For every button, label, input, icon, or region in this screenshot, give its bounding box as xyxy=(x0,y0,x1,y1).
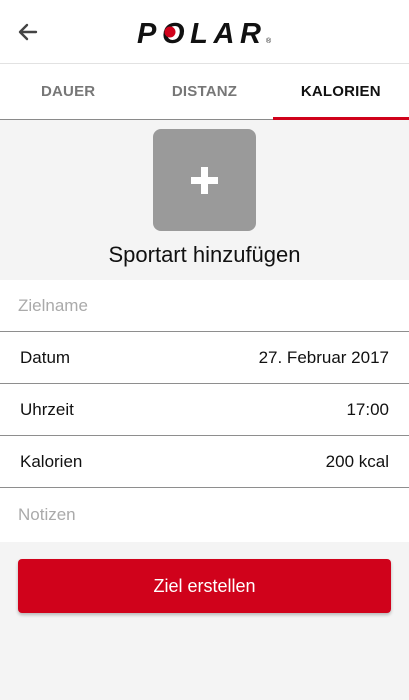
date-value: 27. Februar 2017 xyxy=(258,347,389,367)
time-row[interactable]: Uhrzeit 17:00 xyxy=(0,384,409,436)
goal-type-tabs: DAUER DISTANZ KALORIEN xyxy=(0,64,409,120)
time-value: 17:00 xyxy=(346,399,389,419)
svg-text:®: ® xyxy=(266,37,272,45)
notes-field[interactable]: Notizen xyxy=(0,488,409,542)
calories-row[interactable]: Kalorien 200 kcal xyxy=(0,436,409,488)
tab-dauer[interactable]: DAUER xyxy=(0,64,136,119)
goal-name-field[interactable]: Zielname xyxy=(0,280,409,332)
calories-value: 200 kcal xyxy=(325,451,389,471)
calories-label: Kalorien xyxy=(20,451,83,471)
date-label: Datum xyxy=(20,347,71,367)
plus-icon xyxy=(191,167,218,194)
goal-form: Zielname Datum 27. Februar 2017 Uhrzeit … xyxy=(0,280,409,542)
date-row[interactable]: Datum 27. Februar 2017 xyxy=(0,332,409,384)
back-arrow-icon[interactable] xyxy=(14,18,42,46)
notes-placeholder: Notizen xyxy=(18,505,76,524)
goal-name-placeholder: Zielname xyxy=(18,295,88,315)
svg-text:POLAR: POLAR xyxy=(137,18,263,48)
app-bar: POLAR ® xyxy=(0,0,409,64)
create-goal-button[interactable]: Ziel erstellen xyxy=(18,559,391,613)
time-label: Uhrzeit xyxy=(20,399,74,419)
tab-distanz[interactable]: DISTANZ xyxy=(136,64,272,119)
sport-section: Sportart hinzufügen xyxy=(0,120,409,280)
add-sport-label: Sportart hinzufügen xyxy=(108,242,301,267)
add-sport-button[interactable] xyxy=(153,129,256,231)
polar-logo: POLAR ® xyxy=(137,18,272,48)
tab-kalorien[interactable]: KALORIEN xyxy=(272,64,409,120)
